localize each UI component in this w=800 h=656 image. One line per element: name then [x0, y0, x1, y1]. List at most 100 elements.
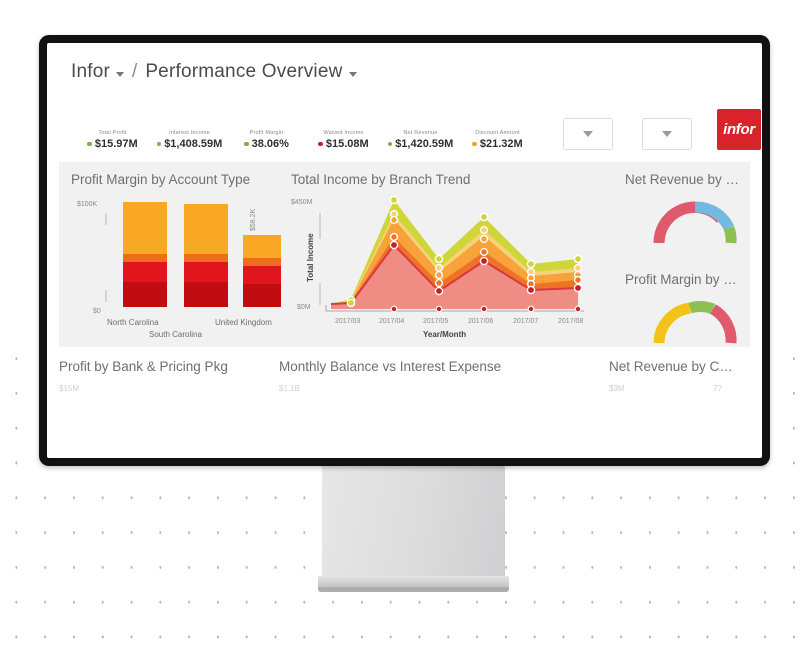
marker [573, 263, 583, 273]
area-plot [330, 200, 579, 309]
marker [389, 232, 399, 242]
kpi-label: Net Revenue [403, 130, 438, 136]
kpi-value: $15.08M [325, 138, 369, 150]
marker [479, 225, 489, 235]
marker [434, 270, 444, 280]
kpi-value: $1,408.59M [164, 138, 223, 150]
panel-gauges: Net Revenue by … Profit Margin by … [613, 162, 762, 347]
bar-data-label: $58.2K [250, 208, 257, 231]
panel-profit-margin-by-account-type: Profit Margin by Account Type $100K $0 $… [59, 162, 283, 347]
filter-dropdown-1[interactable] [563, 118, 613, 150]
area-chart[interactable]: $450M $0M Total Income 2017/03 2017/04 2… [291, 187, 613, 342]
kpi-value-wrap: $15.97M [74, 138, 151, 150]
kpi-interest-income[interactable]: Interest Income $1,408.59M [151, 130, 228, 150]
infor-logo: infor [717, 109, 761, 150]
bar-segment-bottom [184, 282, 228, 307]
y-axis-max-label: $450M [291, 199, 313, 206]
panel-title-net-revenue: Net Revenue by … [625, 172, 740, 187]
panel-title-profit-by-bank: Profit by Bank & Pricing Pkg [59, 359, 228, 374]
chart-band: Profit Margin by Account Type $100K $0 $… [59, 162, 750, 347]
status-dot-icon [156, 141, 162, 147]
dashboard-header: Infor / Performance Overview [47, 43, 762, 83]
status-dot-icon [318, 141, 323, 147]
panel-title-monthly-balance: Monthly Balance vs Interest Expense [279, 359, 502, 374]
kpi-value: 38.06% [251, 138, 289, 150]
marker [390, 305, 398, 313]
marker [434, 286, 444, 296]
marker [574, 305, 582, 313]
chevron-down-icon[interactable] [116, 72, 125, 77]
status-dot-icon [244, 141, 249, 147]
kpi-waived-income[interactable]: Waived Income $15.08M [305, 130, 382, 150]
bottom-panels-row: Profit by Bank & Pricing Pkg Monthly Bal… [59, 359, 750, 374]
x-label-south-carolina: South Carolina [149, 330, 202, 339]
bar-segment-2 [243, 266, 281, 284]
chevron-down-icon[interactable] [348, 72, 357, 77]
kpi-label: Discount Amount [475, 130, 520, 136]
breadcrumb: Infor / Performance Overview [71, 61, 762, 83]
kpi-label: Waived Income [323, 130, 364, 136]
bar-segment-top [243, 235, 281, 258]
x-label-5: 2017/08 [558, 318, 583, 325]
kpi-value-wrap: $15.08M [305, 138, 382, 150]
y-axis-min-label: $0 [93, 308, 101, 315]
filter-dropdown-2[interactable] [642, 118, 692, 150]
clipped-axis-3-wrap: $3M 7? [609, 384, 750, 393]
kpi-value: $1,420.59M [395, 138, 454, 150]
breadcrumb-root[interactable]: Infor [71, 61, 110, 83]
bar-segment-2 [184, 262, 228, 282]
monitor-stand-neck [322, 466, 505, 576]
clipped-axis-row: $15M $1.1B $3M 7? [59, 384, 750, 393]
bar-segment-2 [123, 262, 167, 282]
marker [479, 256, 489, 266]
gauge-profit-margin[interactable] [645, 291, 762, 349]
kpi-profit-margin[interactable]: Profit Margin 38.06% [228, 130, 305, 150]
kpi-discount-amount[interactable]: Discount Amount $21.32M [459, 130, 536, 150]
y-axis-max-label: $100K [77, 201, 98, 208]
marker [434, 263, 444, 273]
y-axis-title: Total Income [306, 233, 315, 282]
bar-south-carolina[interactable] [184, 204, 228, 307]
marker [479, 234, 489, 244]
marker [389, 240, 399, 250]
chevron-down-icon[interactable] [583, 131, 593, 137]
page-title[interactable]: Performance Overview [145, 61, 342, 83]
marker [389, 215, 399, 225]
bar-north-carolina[interactable] [123, 202, 167, 307]
x-label-north-carolina: North Carolina [107, 318, 159, 327]
panel-title-profit-margin: Profit Margin by … [625, 272, 737, 287]
marker [526, 259, 536, 269]
y-axis-min-label: $0M [297, 304, 311, 311]
gauge-net-revenue[interactable] [645, 191, 762, 249]
dashboard-screen: Infor / Performance Overview Total Profi… [47, 43, 762, 458]
chevron-down-icon[interactable] [662, 131, 672, 137]
bar-united-kingdom[interactable] [243, 235, 281, 307]
panel-title: Profit Margin by Account Type [71, 172, 251, 187]
bar-chart[interactable]: $100K $0 $58.2K North Carolina South Car… [71, 187, 283, 339]
clipped-axis-1: $15M [59, 384, 80, 393]
panel-title-net-revenue-by-c: Net Revenue by C… [609, 359, 733, 374]
bar-segment-top [123, 202, 167, 254]
marker [573, 275, 583, 285]
kpi-net-revenue[interactable]: Net Revenue $1,420.59M [382, 130, 459, 150]
kpi-label: Interest Income [169, 130, 210, 136]
x-label-united-kingdom: United Kingdom [215, 318, 272, 327]
kpi-value-wrap: $21.32M [459, 138, 536, 150]
kpi-strip: Total Profit $15.97M Interest Income $1,… [47, 83, 762, 150]
kpi-value: $21.32M [479, 138, 523, 150]
marker [346, 298, 356, 308]
x-label-0: 2017/03 [335, 318, 360, 325]
logo-text: infor [723, 121, 755, 138]
kpi-value-wrap: $1,420.59M [382, 138, 459, 150]
marker [389, 195, 399, 205]
clipped-axis-3: $3M [609, 384, 625, 393]
breadcrumb-separator: / [132, 61, 138, 82]
bar-segment-bottom [243, 284, 281, 307]
clipped-axis-2: $1.1B [279, 384, 300, 393]
gauge-segment-b [688, 301, 715, 315]
marker [480, 305, 488, 313]
x-label-2: 2017/05 [423, 318, 448, 325]
kpi-total-profit[interactable]: Total Profit $15.97M [74, 130, 151, 150]
gauge-segment-a-main [653, 201, 696, 244]
status-dot-icon [87, 141, 92, 147]
